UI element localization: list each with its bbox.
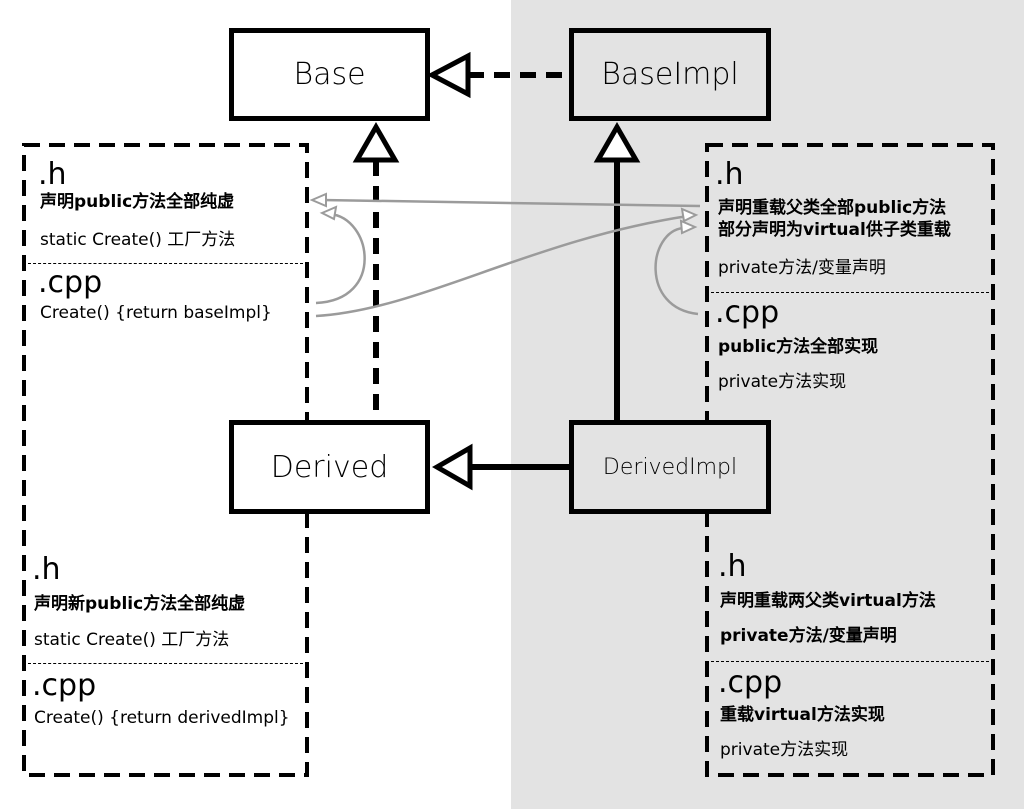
base-impl-cpp-line2: private方法实现 (718, 372, 847, 392)
derived-impl-h-ext: .h (718, 549, 747, 584)
base-class-box: Base (229, 28, 430, 121)
realization-arrowhead-top (426, 51, 471, 99)
derived-note-divider (28, 663, 303, 664)
derived-to-base-arrowhead (352, 121, 400, 163)
derived-impl-class-box: DerivedImpl (569, 420, 771, 514)
derived-class-box: Derived (229, 420, 430, 514)
derived-h-ext: .h (32, 552, 61, 587)
base-impl-note-divider (711, 292, 989, 293)
derived-impl-h-line2: private方法/变量声明 (720, 626, 897, 646)
derived-cpp-line1: Create() {return derivedImpl} (34, 708, 290, 728)
ref-impl-h-to-base-h (321, 198, 701, 208)
base-note-divider (28, 263, 303, 264)
derived-h-line2: static Create() 工厂方法 (34, 630, 230, 650)
base-class-name: Base (293, 57, 366, 92)
base-impl-h-line1: 声明重载父类全部public方法 (718, 198, 947, 218)
impl-inherit-arrowhead (593, 121, 641, 163)
diagram-connectors (22, 51, 995, 777)
derived-impl-h-line1: 声明重载两父类virtual方法 (720, 591, 936, 611)
base-impl-h-line2: 部分声明为virtual供子类重载 (718, 220, 951, 240)
base-impl-class-box: BaseImpl (569, 28, 771, 121)
base-h-ext: .h (38, 157, 67, 192)
base-h-line1: 声明public方法全部纯虚 (40, 192, 235, 212)
ref-base-cpp-to-impl-h (315, 214, 689, 318)
derived-h-line1: 声明新public方法全部纯虚 (34, 594, 246, 614)
bottom-inherit-arrowhead (431, 443, 473, 491)
base-h-line2: static Create() 工厂方法 (40, 230, 236, 250)
base-impl-cpp-line1: public方法全部实现 (718, 337, 879, 357)
base-impl-class-name: BaseImpl (601, 57, 739, 92)
derived-impl-class-name: DerivedImpl (602, 454, 738, 480)
derived-impl-cpp-line2: private方法实现 (720, 740, 849, 760)
ref-impl-cpp-loop (654, 226, 699, 316)
derived-impl-note-divider (711, 661, 989, 662)
ref-base-create-loop (315, 212, 366, 305)
base-impl-h-ext: .h (715, 157, 744, 192)
base-cpp-line1: Create() {return baseImpl} (40, 303, 272, 323)
derived-class-name: Derived (270, 449, 389, 485)
derived-impl-cpp-ext: .cpp (718, 665, 783, 700)
derived-impl-cpp-line1: 重载virtual方法实现 (720, 705, 885, 725)
derived-cpp-ext: .cpp (32, 668, 97, 703)
base-cpp-ext: .cpp (38, 265, 103, 300)
base-impl-h-line3: private方法/变量声明 (718, 258, 886, 278)
base-impl-cpp-ext: .cpp (715, 295, 780, 330)
